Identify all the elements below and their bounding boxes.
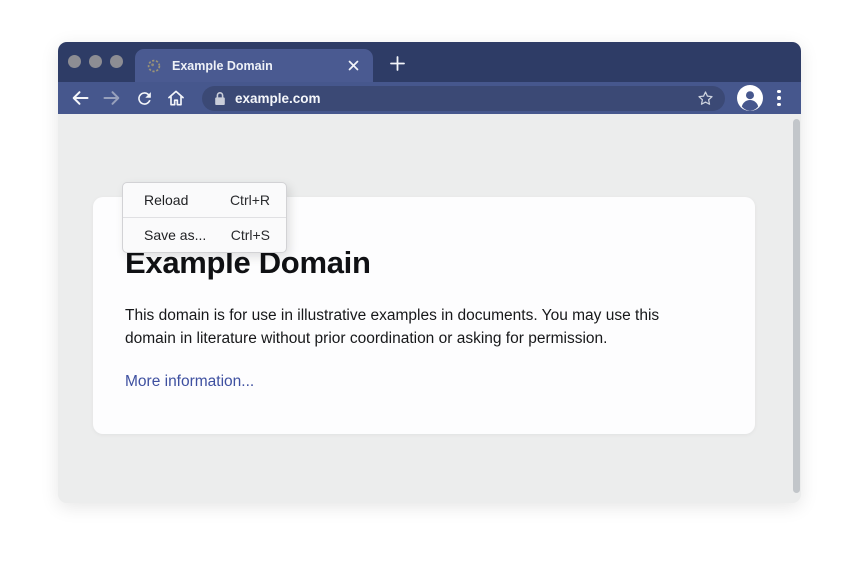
toolbar: example.com <box>58 82 801 114</box>
menu-item-shortcut: Ctrl+R <box>230 192 270 208</box>
titlebar: Example Domain <box>58 42 801 82</box>
url-text: example.com <box>235 91 694 106</box>
kebab-vertical-icon <box>777 90 781 94</box>
menu-item-label: Save as... <box>144 227 206 243</box>
browser-window: Example Domain <box>58 42 801 503</box>
menu-item-label: Reload <box>144 192 188 208</box>
menu-item-shortcut: Ctrl+S <box>231 227 270 243</box>
profile-avatar-button[interactable] <box>737 85 763 111</box>
page-paragraph: This domain is for use in illustrative e… <box>125 305 707 351</box>
dotted-globe-icon <box>147 59 161 73</box>
menu-item-save-as[interactable]: Save as... Ctrl+S <box>123 218 286 252</box>
house-icon <box>166 88 186 108</box>
address-bar[interactable]: example.com <box>202 86 725 111</box>
vertical-scrollbar[interactable] <box>793 119 800 493</box>
tab-title: Example Domain <box>172 59 345 73</box>
window-maximize-button[interactable] <box>110 55 123 68</box>
tab-close-icon[interactable] <box>345 58 361 74</box>
padlock-icon <box>214 91 226 106</box>
new-tab-button[interactable] <box>386 52 408 74</box>
home-button[interactable] <box>164 86 188 110</box>
bookmark-star-button[interactable] <box>694 87 716 109</box>
person-circle-icon <box>737 85 763 111</box>
window-close-button[interactable] <box>68 55 81 68</box>
tab-example-domain[interactable]: Example Domain <box>135 49 373 82</box>
more-information-link[interactable]: More information... <box>125 373 254 391</box>
menu-item-reload[interactable]: Reload Ctrl+R <box>123 183 286 217</box>
back-button[interactable] <box>68 86 92 110</box>
arrow-right-icon <box>102 88 122 108</box>
plus-icon <box>390 56 405 71</box>
page-viewport: Example Domain This domain is for use in… <box>58 114 801 503</box>
window-minimize-button[interactable] <box>89 55 102 68</box>
arrow-left-icon <box>70 88 90 108</box>
star-outline-icon <box>696 89 715 108</box>
refresh-icon <box>135 89 154 108</box>
reload-button[interactable] <box>132 86 156 110</box>
browser-menu-button[interactable] <box>769 87 789 109</box>
traffic-lights <box>68 55 123 68</box>
forward-button[interactable] <box>100 86 124 110</box>
context-menu: Reload Ctrl+R Save as... Ctrl+S <box>122 182 287 253</box>
